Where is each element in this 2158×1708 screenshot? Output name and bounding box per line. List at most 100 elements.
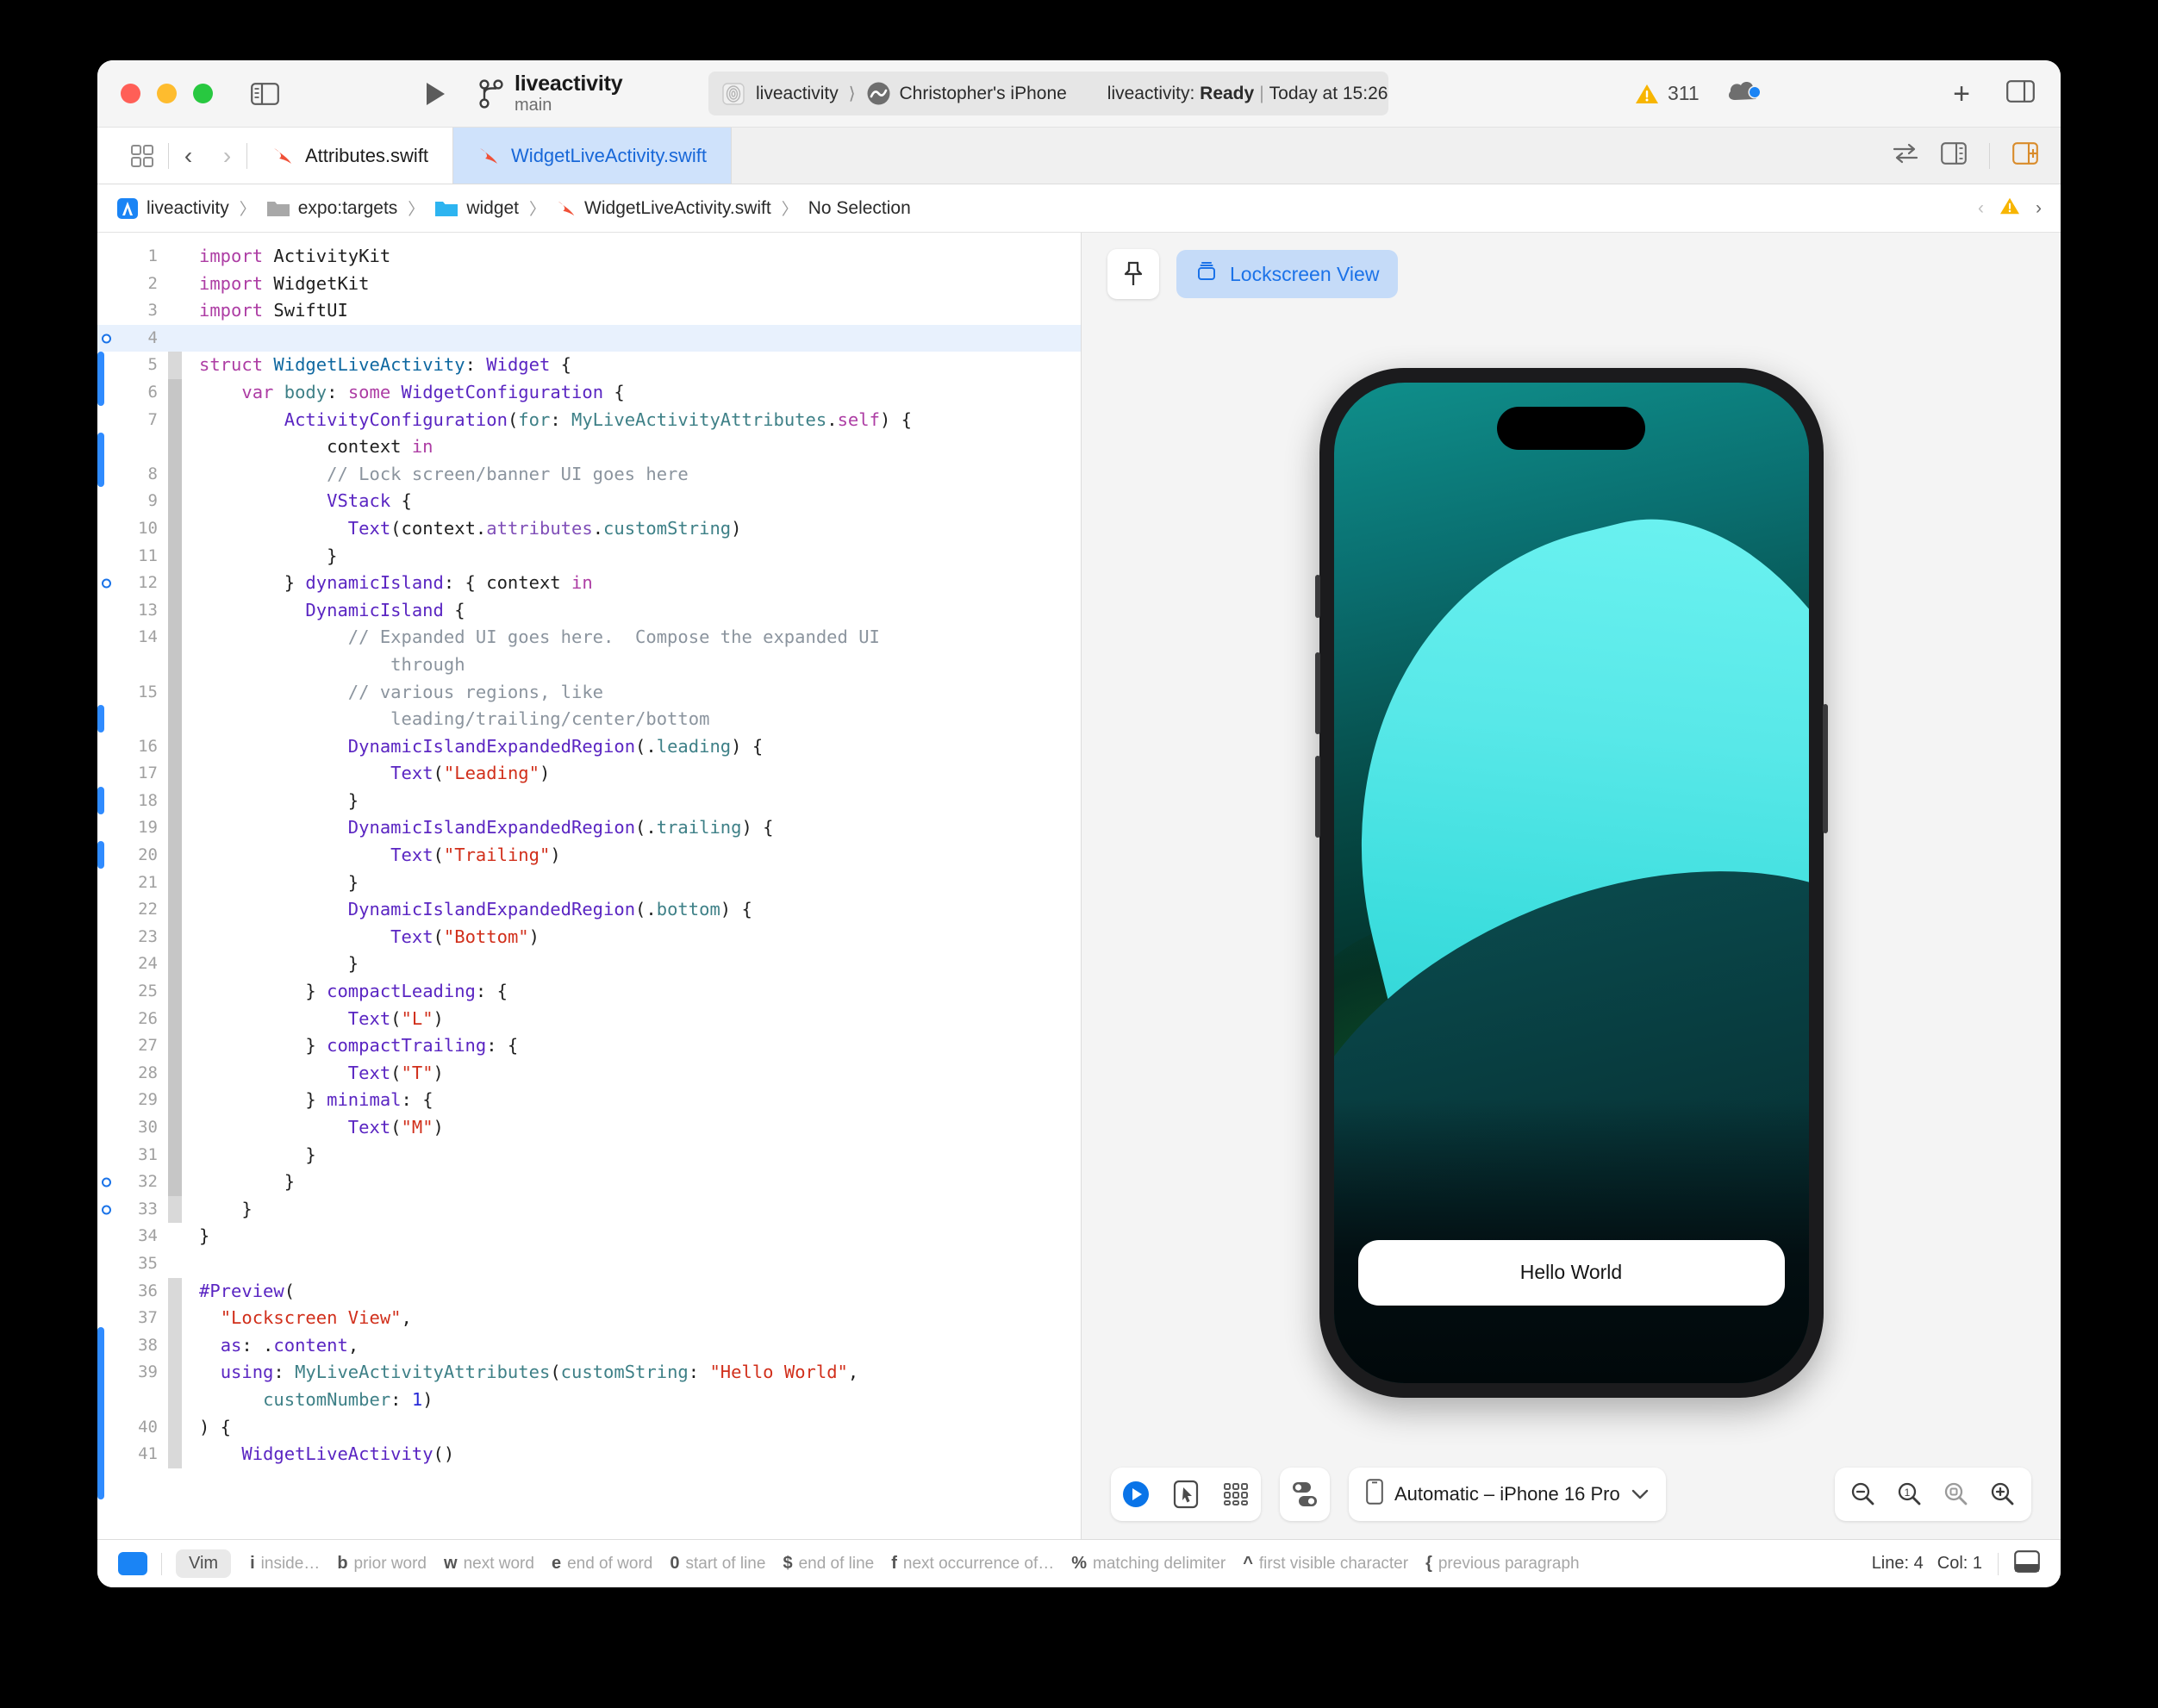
previous-issue-icon[interactable]: ‹ <box>1978 198 1984 219</box>
code-line[interactable]: 30 Text("M") <box>97 1114 1081 1142</box>
preview-tab-lockscreen-view[interactable]: Lockscreen View <box>1176 250 1399 298</box>
select-mode-button[interactable] <box>1161 1468 1211 1521</box>
code-fold-ribbon[interactable] <box>168 923 182 951</box>
code-line[interactable]: 36 #Preview( <box>97 1277 1081 1306</box>
code-fold-ribbon[interactable] <box>168 271 182 298</box>
zoom-in-button[interactable] <box>1980 1468 2026 1521</box>
code-fold-ribbon[interactable] <box>168 951 182 979</box>
code-line[interactable]: customNumber: 1) <box>97 1386 1081 1414</box>
zoom-out-button[interactable] <box>1840 1468 1887 1521</box>
code-fold-ribbon[interactable] <box>168 378 182 407</box>
code-fold-ribbon[interactable] <box>168 760 182 788</box>
breadcrumb-item-group[interactable]: expo:targets <box>266 198 397 219</box>
code-line[interactable]: 7 ActivityConfiguration(for: MyLiveActiv… <box>97 406 1081 434</box>
code-line[interactable]: 2 import WidgetKit <box>97 271 1081 298</box>
code-line[interactable]: 14 // Expanded UI goes here. Compose the… <box>97 624 1081 651</box>
code-fold-ribbon[interactable] <box>168 352 182 379</box>
code-line[interactable]: 1 import ActivityKit <box>97 243 1081 271</box>
code-line[interactable]: 23 Text("Bottom") <box>97 923 1081 951</box>
code-line[interactable]: 27 } compactTrailing: { <box>97 1032 1081 1060</box>
code-fold-ribbon[interactable] <box>168 732 182 761</box>
code-line[interactable]: 40) { <box>97 1413 1081 1442</box>
code-line[interactable]: 21 } <box>97 869 1081 897</box>
code-line[interactable]: 38 as: .content, <box>97 1331 1081 1360</box>
zoom-actual-size-button[interactable]: 1 <box>1887 1468 1933 1521</box>
tab-widgetliveactivity-swift[interactable]: WidgetLiveActivity.swift <box>453 128 733 184</box>
code-fold-ribbon[interactable] <box>168 896 182 924</box>
code-fold-ribbon[interactable] <box>168 1059 182 1088</box>
breadcrumb-item-project[interactable]: liveactivity <box>116 197 229 220</box>
code-fold-ribbon[interactable] <box>168 570 182 597</box>
code-fold-ribbon[interactable] <box>168 406 182 434</box>
live-activity-card[interactable]: Hello World <box>1357 1239 1785 1306</box>
code-line[interactable]: 5 struct WidgetLiveActivity: Widget { <box>97 352 1081 379</box>
code-fold-ribbon[interactable] <box>168 1223 182 1250</box>
code-fold-ribbon[interactable] <box>168 1087 182 1114</box>
code-line[interactable]: 34} <box>97 1223 1081 1250</box>
code-fold-ribbon[interactable] <box>168 869 182 897</box>
code-line[interactable]: 19 DynamicIslandExpandedRegion(.trailing… <box>97 814 1081 843</box>
maximize-button[interactable] <box>193 84 213 103</box>
code-line[interactable]: 32 } <box>97 1169 1081 1196</box>
code-fold-ribbon[interactable] <box>168 1331 182 1360</box>
breakpoint-marker-icon[interactable] <box>102 1177 111 1187</box>
code-fold-ribbon[interactable] <box>168 1169 182 1196</box>
code-line[interactable]: 33 } <box>97 1195 1081 1224</box>
code-fold-ribbon[interactable] <box>168 542 182 570</box>
code-fold-ribbon[interactable] <box>168 1114 182 1142</box>
code-fold-ribbon[interactable] <box>168 596 182 625</box>
code-line[interactable]: 22 DynamicIslandExpandedRegion(.bottom) … <box>97 896 1081 924</box>
toggle-debug-area-icon[interactable] <box>2014 1549 2040 1578</box>
code-line[interactable]: 26 Text("L") <box>97 1005 1081 1033</box>
code-fold-ribbon[interactable] <box>168 1195 182 1224</box>
breakpoint-marker-icon[interactable] <box>102 1205 111 1215</box>
code-fold-ribbon[interactable] <box>168 651 182 679</box>
code-line[interactable]: 35 <box>97 1250 1081 1278</box>
editor-options-icon[interactable] <box>1941 142 1967 169</box>
code-line[interactable]: 16 DynamicIslandExpandedRegion(.leading)… <box>97 732 1081 761</box>
code-line[interactable]: 37 "Lockscreen View", <box>97 1305 1081 1332</box>
breadcrumb-item-selection[interactable]: No Selection <box>808 198 911 219</box>
code-fold-ribbon[interactable] <box>168 1141 182 1169</box>
breadcrumb-item-file[interactable]: WidgetLiveActivity.swift <box>556 198 771 219</box>
code-line[interactable]: 10 Text(context.attributes.customString) <box>97 514 1081 543</box>
code-line[interactable]: 15 // various regions, like <box>97 678 1081 707</box>
code-fold-ribbon[interactable] <box>168 678 182 707</box>
tab-overview-icon[interactable] <box>116 144 168 168</box>
pin-preview-button[interactable] <box>1107 249 1159 299</box>
minimize-button[interactable] <box>157 84 177 103</box>
vim-mode-chip[interactable]: Vim <box>176 1549 232 1578</box>
code-fold-ribbon[interactable] <box>168 1005 182 1033</box>
code-line[interactable]: 31 } <box>97 1141 1081 1169</box>
breakpoint-marker-icon[interactable] <box>102 333 111 344</box>
code-line[interactable]: 25 } compactLeading: { <box>97 978 1081 1006</box>
code-fold-ribbon[interactable] <box>168 1250 182 1278</box>
cloud-status-icon[interactable] <box>1726 78 1764 109</box>
code-line[interactable]: 13 DynamicIsland { <box>97 596 1081 625</box>
breakpoint-marker-icon[interactable] <box>102 578 111 589</box>
add-assistant-editor-icon[interactable] <box>2012 142 2038 169</box>
code-fold-ribbon[interactable] <box>168 297 182 325</box>
device-picker[interactable]: Automatic – iPhone 16 Pro <box>1349 1468 1666 1521</box>
code-line[interactable]: context in <box>97 433 1081 461</box>
code-lines[interactable]: 1 import ActivityKit 2 import WidgetKit 3 imp… <box>97 233 1081 1468</box>
tab-attributes-swift[interactable]: Attributes.swift <box>247 128 454 184</box>
code-line[interactable]: 9 VStack { <box>97 488 1081 515</box>
code-line[interactable]: 17 Text("Leading") <box>97 760 1081 788</box>
code-fold-ribbon[interactable] <box>168 1277 182 1306</box>
code-line[interactable]: 11 } <box>97 542 1081 570</box>
code-line[interactable]: 6 var body: some WidgetConfiguration { <box>97 378 1081 407</box>
code-line[interactable]: 20 Text("Trailing") <box>97 842 1081 870</box>
code-fold-ribbon[interactable] <box>168 1359 182 1387</box>
code-fold-ribbon[interactable] <box>168 488 182 515</box>
toggle-inspector-icon[interactable] <box>2006 80 2035 107</box>
play-preview-button[interactable] <box>1111 1468 1161 1521</box>
code-fold-ribbon[interactable] <box>168 706 182 733</box>
scheme-target-label[interactable]: liveactivity <box>756 84 839 104</box>
run-button[interactable] <box>418 77 452 111</box>
code-line[interactable]: 24 } <box>97 951 1081 979</box>
code-fold-ribbon[interactable] <box>168 842 182 870</box>
code-line[interactable]: 18 } <box>97 787 1081 815</box>
code-fold-ribbon[interactable] <box>168 1032 182 1060</box>
navigate-forward-icon[interactable]: › <box>208 142 246 170</box>
